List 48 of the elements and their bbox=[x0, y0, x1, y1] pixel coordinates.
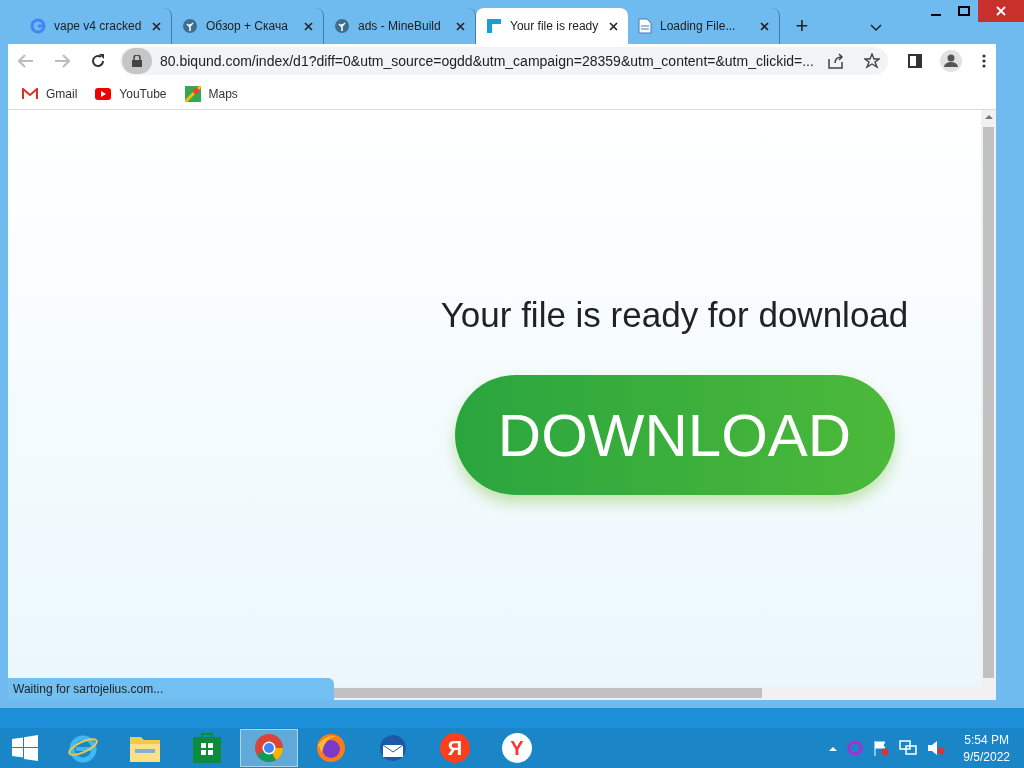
browser-logo-icon[interactable]: Y bbox=[502, 733, 532, 763]
speaker-muted-icon[interactable] bbox=[927, 740, 946, 756]
horizontal-scrollbar[interactable] bbox=[334, 686, 981, 700]
bookmark[interactable]: Gmail bbox=[22, 86, 78, 101]
browser-icon bbox=[254, 733, 284, 763]
status-text: Waiting for sartojelius.com... bbox=[8, 678, 334, 700]
close-icon[interactable] bbox=[304, 21, 313, 31]
bookmark[interactable]: YouTube bbox=[95, 86, 167, 101]
taskbar-app[interactable]: Y bbox=[488, 729, 546, 767]
play-icon bbox=[95, 87, 112, 100]
scroll-up-icon[interactable] bbox=[984, 114, 993, 119]
mail-bird-icon bbox=[377, 733, 409, 763]
taskbar-app[interactable]: Я bbox=[426, 729, 484, 767]
leaf-icon bbox=[182, 18, 198, 34]
google-icon bbox=[30, 18, 46, 34]
close-icon[interactable] bbox=[760, 21, 769, 31]
taskbar-app[interactable] bbox=[240, 729, 298, 767]
chevron-icon[interactable] bbox=[870, 24, 882, 32]
fox-icon bbox=[316, 733, 346, 763]
maximize-icon[interactable] bbox=[958, 6, 970, 16]
mail-icon bbox=[22, 87, 38, 100]
windows-logo-icon[interactable] bbox=[12, 735, 38, 761]
bookmark[interactable]: Maps bbox=[184, 85, 238, 102]
star-icon[interactable] bbox=[864, 53, 880, 69]
address-bar[interactable]: 80.biqund.com/index/d1?diff=0&utm_source=ogdd&utm_campaign=28359&utm_content=&utm_clickid=... bbox=[120, 47, 888, 75]
vertical-scrollbar[interactable] bbox=[981, 110, 996, 700]
leaf-icon bbox=[334, 18, 350, 34]
page-heading: Your file is ready for download bbox=[440, 295, 909, 335]
flag-icon[interactable] bbox=[873, 740, 890, 756]
lock-icon bbox=[132, 55, 142, 67]
menu-icon[interactable] bbox=[982, 54, 986, 68]
browser-tab[interactable]: Your file is ready bbox=[476, 8, 628, 44]
close-icon[interactable] bbox=[609, 21, 618, 31]
chevron-up-icon[interactable] bbox=[829, 745, 838, 751]
yandex-icon[interactable]: Я bbox=[440, 733, 470, 763]
new-tab-button[interactable]: + bbox=[784, 8, 820, 44]
document-icon bbox=[638, 18, 652, 34]
close-icon[interactable] bbox=[456, 21, 465, 31]
reload-icon[interactable] bbox=[90, 53, 106, 69]
map-icon bbox=[184, 85, 201, 102]
side-panel-icon[interactable] bbox=[908, 54, 922, 68]
share-icon[interactable] bbox=[828, 53, 844, 69]
clock-time: 5:54 PM bbox=[964, 732, 1009, 747]
close-icon[interactable] bbox=[152, 21, 161, 31]
clock-date: 9/5/2022 bbox=[963, 749, 1010, 764]
network-icon[interactable] bbox=[899, 740, 918, 756]
profile-icon[interactable] bbox=[940, 50, 962, 72]
store-icon bbox=[193, 733, 221, 763]
